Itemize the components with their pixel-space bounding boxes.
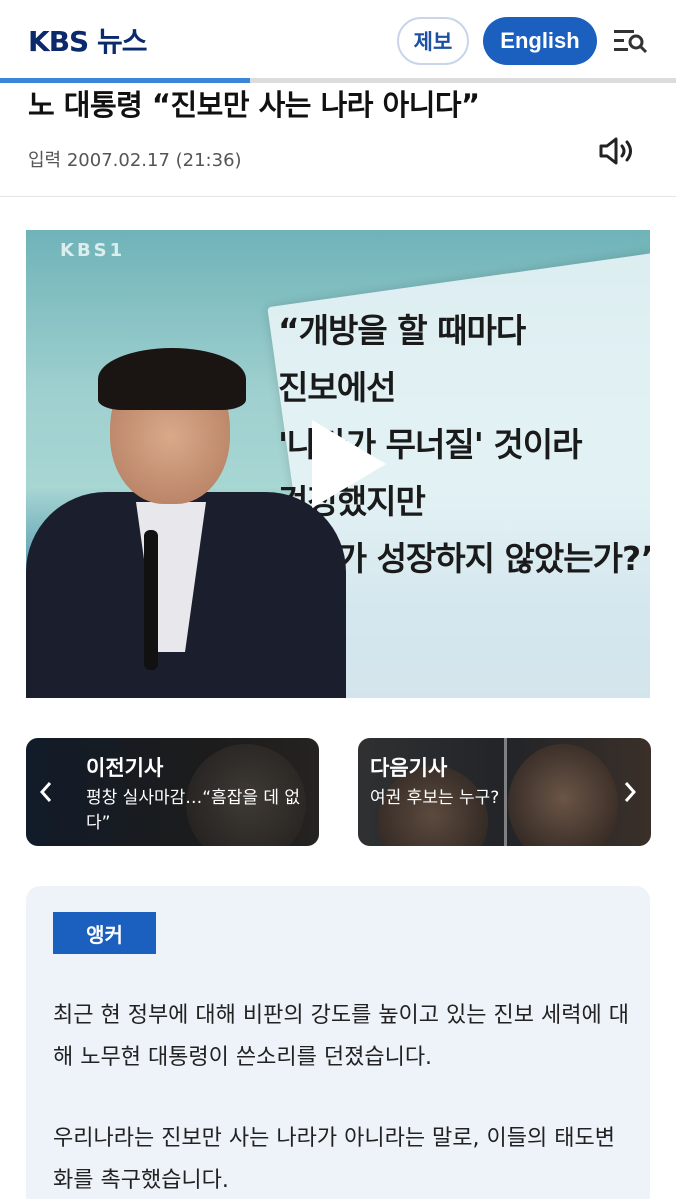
caption-line: “개방을 할 때마다: [278, 311, 526, 350]
video-player[interactable]: KBS1 “개방을 할 때마다 진보에선 '나라가 무너질' 것이라 걱정했지만…: [26, 230, 650, 698]
body-paragraph: 우리나라는 진보만 사는 나라가 아니라는 말로, 이들의 태도변화를 촉구했습…: [53, 1126, 615, 1193]
header: KBS 뉴스 제보 English: [0, 0, 676, 83]
next-title: 여권 후보는 누구?: [370, 788, 500, 808]
channel-mark: KBS1: [60, 240, 126, 261]
anchor-badge: 앵커: [53, 912, 156, 954]
speaker-icon[interactable]: [597, 135, 637, 167]
play-icon[interactable]: [308, 418, 388, 510]
chevron-right-icon[interactable]: [622, 780, 638, 804]
body-paragraph: 최근 현 정부에 대해 비판의 강도를 높이고 있는 진보 세력에 대해 노무현…: [53, 1003, 629, 1070]
chevron-left-icon[interactable]: [38, 780, 54, 804]
article-title: 노 대통령 “진보만 사는 나라 아니다”: [28, 88, 480, 122]
article-date: 입력 2007.02.17 (21:36): [28, 150, 242, 171]
english-button[interactable]: English: [483, 17, 597, 65]
kbs-news-logo[interactable]: KBS 뉴스: [28, 22, 147, 58]
next-label: 다음기사: [370, 756, 448, 780]
divider: [0, 196, 676, 197]
report-button[interactable]: 제보: [397, 17, 469, 65]
prev-article-card[interactable]: 이전기사 평창 실사마감…“흠잡을 데 없다”: [26, 738, 319, 846]
prev-label: 이전기사: [86, 756, 164, 780]
next-article-card[interactable]: 다음기사 여권 후보는 누구?: [358, 738, 651, 846]
search-menu-icon[interactable]: [612, 26, 648, 56]
caption-line: 진보에선: [278, 368, 396, 407]
prev-title: 평창 실사마감…“흠잡을 데 없다”: [86, 788, 301, 833]
logo-text: KBS 뉴스: [28, 25, 147, 58]
